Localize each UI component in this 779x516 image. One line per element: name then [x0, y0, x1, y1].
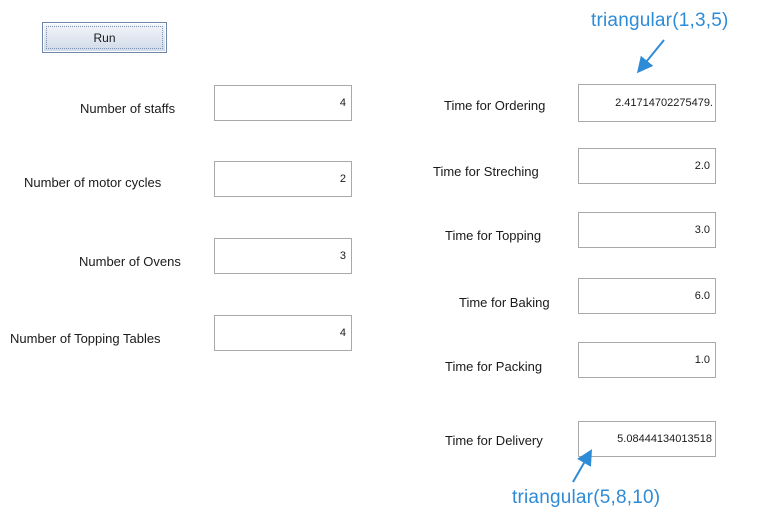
delivery-arrow-icon	[572, 449, 592, 483]
annotation-arrows	[572, 39, 665, 483]
ordering-arrow-icon	[636, 39, 665, 74]
